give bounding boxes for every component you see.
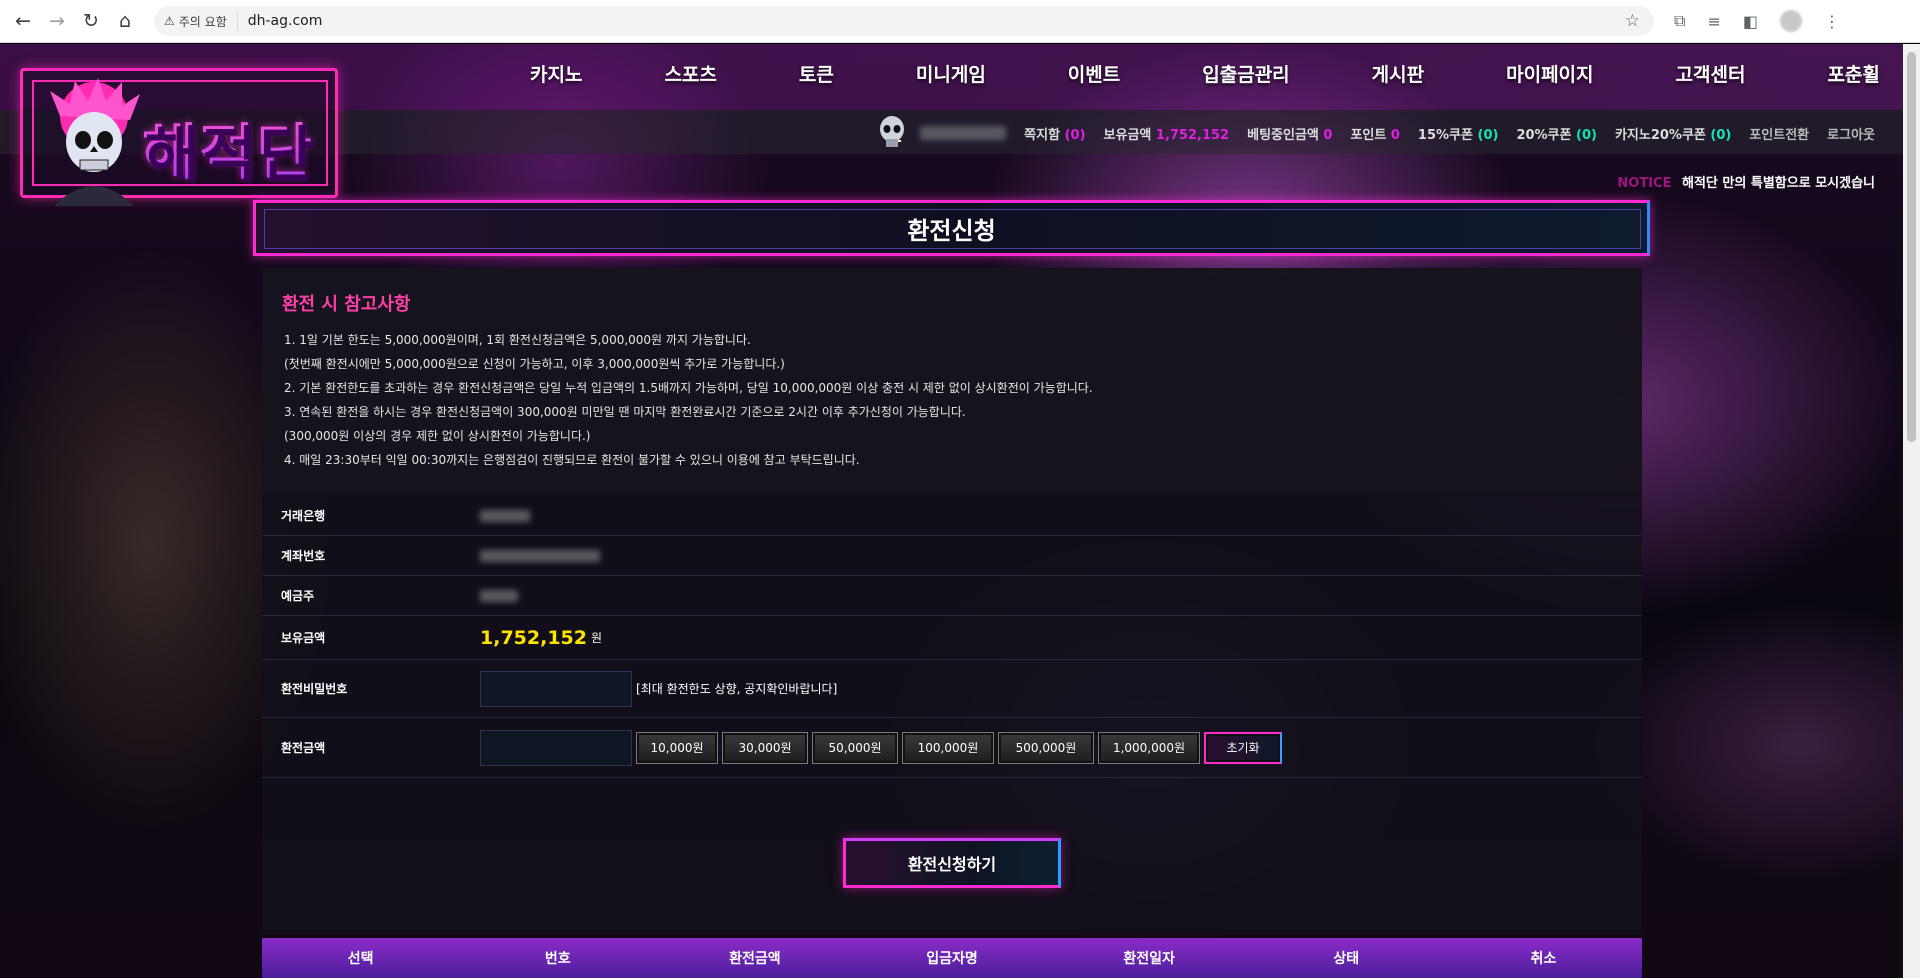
nav-token[interactable]: 토큰: [799, 60, 834, 87]
back-icon[interactable]: ←: [6, 4, 40, 38]
notes-line: (300,000원 이상의 경우 제한 없이 상시환전이 가능합니다.): [284, 429, 591, 443]
amount-row: 환전금액 10,000원 30,000원 50,000원 100,000원 50…: [262, 718, 1642, 778]
notice-text: 해적단 만의 특별함으로 모시겠습니: [1682, 176, 1875, 191]
level-skull-icon: [880, 116, 905, 147]
page-title-bar: 환전신청: [253, 200, 1650, 256]
col-depositor: 입금자명: [926, 951, 978, 967]
side-panel-icon[interactable]: ◧: [1743, 12, 1758, 31]
password-label: 환전비밀번호: [281, 682, 348, 696]
coupon-20-link[interactable]: 20%쿠폰 (0): [1516, 124, 1597, 143]
col-number: 번호: [544, 951, 571, 967]
balance-display: 보유금액 1,752,152: [1103, 127, 1230, 143]
extensions-icon[interactable]: ⧉: [1674, 11, 1685, 31]
bank-value-blurred: [480, 509, 530, 522]
amount-50000-button[interactable]: 50,000원: [812, 731, 898, 764]
notes-line: 2. 기본 환전한도를 초과하는 경우 환전신청금액은 당일 누적 입금액의 1…: [284, 381, 1093, 395]
withdraw-password-input[interactable]: [480, 670, 632, 707]
profile-avatar[interactable]: [1779, 10, 1802, 32]
amount-10000-button[interactable]: 10,000원: [636, 731, 718, 764]
security-warning[interactable]: ⚠ 주의 요함: [164, 11, 238, 31]
nav-mypage[interactable]: 마이페이지: [1506, 60, 1593, 87]
balance-unit: 원: [590, 631, 603, 645]
col-status: 상태: [1333, 951, 1360, 967]
notice-tag: NOTICE: [1617, 176, 1672, 191]
notes-line: 3. 연속된 환전을 하시는 경우 환전신청금액이 300,000원 미만일 땐…: [284, 405, 966, 419]
bookmark-star-icon[interactable]: ☆: [1625, 11, 1640, 31]
account-value-blurred: [480, 549, 600, 562]
col-cancel: 취소: [1530, 951, 1557, 967]
submit-withdraw-button[interactable]: 환전신청하기: [843, 838, 1061, 888]
nav-event[interactable]: 이벤트: [1068, 60, 1120, 87]
warning-icon: ⚠: [164, 14, 175, 28]
col-select: 선택: [347, 951, 374, 967]
account-label: 계좌번호: [281, 549, 326, 563]
withdraw-notes: 환전 시 참고사항 1. 1일 기본 한도는 5,000,000원이며, 1회 …: [262, 268, 1642, 492]
forward-icon[interactable]: →: [40, 4, 74, 38]
points-display: 포인트 0: [1350, 127, 1400, 143]
amount-label: 환전금액: [281, 741, 326, 755]
nav-casino[interactable]: 카지노: [530, 60, 582, 87]
nav-fortune-wheel[interactable]: 포춘휠: [1827, 60, 1879, 87]
coupon-15-link[interactable]: 15%쿠폰 (0): [1418, 124, 1499, 143]
notes-title: 환전 시 참고사항: [282, 294, 411, 315]
amount-500000-button[interactable]: 500,000원: [998, 731, 1094, 764]
notes-line: 4. 매일 23:30부터 익일 00:30까지는 은행점검이 진행되므로 환전…: [284, 453, 860, 467]
account-row: 계좌번호: [262, 536, 1642, 576]
amount-100000-button[interactable]: 100,000원: [902, 731, 994, 764]
messages-link[interactable]: 쪽지함 (0): [1024, 124, 1085, 143]
nav-sports[interactable]: 스포츠: [664, 60, 716, 87]
balance-row: 보유금액 1,752,152 원: [262, 616, 1642, 660]
nav-board[interactable]: 게시판: [1372, 60, 1424, 87]
password-hint: [최대 환전한도 상향, 공지확인바랍니다]: [636, 682, 838, 696]
holder-label: 예금주: [281, 589, 315, 603]
withdraw-amount-input[interactable]: [480, 729, 632, 766]
balance-label: 보유금액: [281, 631, 326, 645]
holder-row: 예금주: [262, 576, 1642, 616]
notes-line: (첫번째 환전시에만 5,000,000원으로 신청이 가능하고, 이후 3,0…: [284, 357, 785, 371]
bank-row: 거래은행: [262, 496, 1642, 536]
notice-ticker: NOTICE 해적단 만의 특별함으로 모시겠습니: [1617, 172, 1875, 191]
amount-1000000-button[interactable]: 1,000,000원: [1098, 731, 1200, 764]
page-title: 환전신청: [907, 216, 996, 245]
reload-icon[interactable]: ↻: [74, 4, 108, 38]
betting-display: 베팅중인금액 0: [1247, 127, 1333, 143]
logo-text: 해적단: [142, 104, 314, 191]
history-table-header: 선택 번호 환전금액 입금자명 환전일자 상태 취소: [262, 938, 1642, 978]
media-icon[interactable]: ≡: [1707, 12, 1720, 31]
page-scrollbar[interactable]: [1903, 44, 1920, 978]
menu-icon[interactable]: ⋮: [1824, 12, 1840, 31]
home-icon[interactable]: ⌂: [108, 4, 142, 38]
url-text: dh-ag.com: [247, 13, 323, 29]
nav-deposit-withdraw[interactable]: 입출금관리: [1202, 60, 1289, 87]
balance-value: 1,752,152: [480, 626, 587, 649]
amount-30000-button[interactable]: 30,000원: [722, 731, 808, 764]
reset-button[interactable]: 초기화: [1204, 731, 1282, 764]
point-convert-link[interactable]: 포인트전환: [1749, 124, 1809, 143]
username-blurred: [920, 126, 1007, 140]
address-bar[interactable]: ⚠ 주의 요함 dh-ag.com ☆: [154, 6, 1654, 36]
scrollbar-thumb[interactable]: [1907, 52, 1916, 442]
col-date: 환전일자: [1123, 951, 1175, 967]
nav-minigame[interactable]: 미니게임: [916, 60, 986, 87]
notes-line: 1. 1일 기본 한도는 5,000,000원이며, 1회 환전신청금액은 5,…: [284, 333, 751, 347]
casino-coupon-link[interactable]: 카지노20%쿠폰 (0): [1615, 124, 1731, 143]
nav-support[interactable]: 고객센터: [1676, 60, 1746, 87]
col-amount: 환전금액: [729, 951, 781, 967]
skull-mascot-icon: [50, 78, 140, 206]
main-nav: 카지노 스포츠 토큰 미니게임 이벤트 입출금관리 게시판 마이페이지 고객센터…: [530, 60, 1880, 87]
bank-label: 거래은행: [281, 509, 326, 523]
logout-link[interactable]: 로그아웃: [1827, 124, 1875, 143]
submit-label: 환전신청하기: [907, 855, 997, 874]
holder-value-blurred: [480, 589, 518, 602]
user-info: 1 쪽지함 (0) 보유금액 1,752,152 베팅중인금액 0 포인트 0 …: [878, 115, 1875, 151]
site-logo[interactable]: 해적단: [12, 56, 342, 218]
withdraw-panel: 환전 시 참고사항 1. 1일 기본 한도는 5,000,000원이며, 1회 …: [262, 268, 1642, 934]
browser-toolbar: ← → ↻ ⌂ ⚠ 주의 요함 dh-ag.com ☆ ⧉ ≡ ◧ ⋮: [0, 0, 1920, 43]
password-row: 환전비밀번호 [최대 환전한도 상향, 공지확인바랍니다]: [262, 660, 1642, 718]
